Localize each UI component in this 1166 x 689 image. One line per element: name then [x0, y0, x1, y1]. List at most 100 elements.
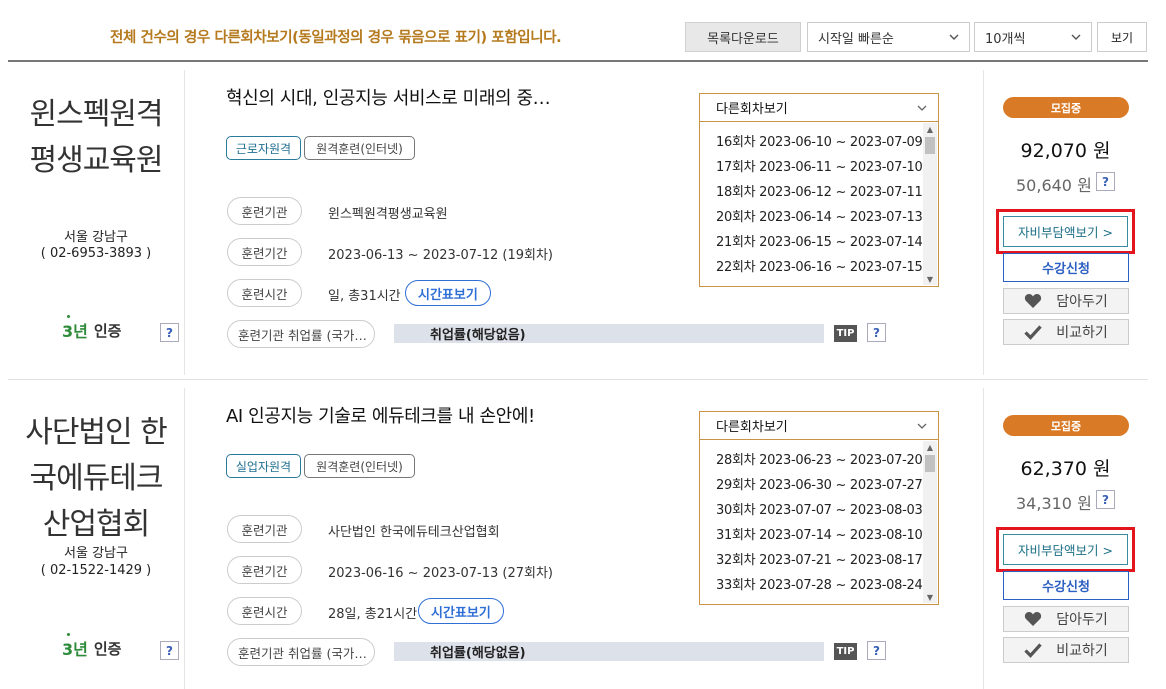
column-divider — [184, 388, 185, 689]
chevron-down-icon — [917, 423, 927, 429]
wishlist-button[interactable]: 담아두기 — [1003, 288, 1129, 314]
other-rounds-header[interactable]: 다른회차보기 — [700, 412, 938, 440]
org-value: 윈스펙원격평생교육원 — [328, 207, 448, 222]
round-item[interactable]: 31회차 2023-07-14 ~ 2023-08-10 — [716, 524, 923, 549]
period-value: 2023-06-13 ~ 2023-07-12 (19회차) — [328, 248, 553, 263]
price-column: 모집중 62,370 원 34,310 원 ? 자비부담액보기 > 수강신청 담… — [983, 388, 1148, 689]
round-item[interactable]: 17회차 2023-06-11 ~ 2023-07-10 — [716, 156, 923, 181]
round-item[interactable]: 32회차 2023-07-21 ~ 2023-08-17 — [716, 549, 923, 574]
sort-select-value: 시작일 빠른순 — [818, 31, 894, 47]
hours-value: 일, 총31시간 — [328, 289, 401, 304]
other-rounds-dropdown[interactable]: 다른회차보기 28회차 2023-06-23 ~ 2023-07-20 29회차… — [699, 411, 939, 605]
scroll-down-icon[interactable]: ▼ — [923, 591, 937, 603]
compare-button[interactable]: 비교하기 — [1003, 319, 1129, 345]
chevron-down-icon — [949, 34, 959, 40]
apply-button[interactable]: 수강신청 — [1003, 571, 1129, 600]
course-title[interactable]: 혁신의 시대, 인공지능 서비스로 미래의 중… — [226, 84, 551, 110]
timetable-button[interactable]: 시간표보기 — [418, 598, 504, 624]
chevron-down-icon — [917, 105, 927, 111]
status-badge: 모집중 — [1003, 415, 1129, 436]
apply-button[interactable]: 수강신청 — [1003, 253, 1129, 282]
org-name: 평생교육원 — [29, 143, 164, 178]
certification: 3년 인증 — [62, 633, 122, 660]
cert-years: 3년 — [62, 633, 88, 660]
compare-button[interactable]: 비교하기 — [1003, 637, 1129, 663]
org-name: 산업협회 — [42, 507, 150, 542]
period-value: 2023-06-16 ~ 2023-07-13 (27회차) — [328, 566, 553, 581]
employment-label: 훈련기관 취업률 (국가… — [227, 638, 375, 666]
training-type-tag: 근로자원격 — [226, 136, 301, 160]
training-mode-tag: 원격훈련(인터넷) — [304, 454, 415, 478]
column-divider — [184, 70, 185, 375]
chevron-down-icon — [1071, 34, 1081, 40]
course-price: 62,370 원 — [1020, 458, 1111, 480]
round-item[interactable]: 33회차 2023-07-28 ~ 2023-08-24 — [716, 574, 923, 599]
cert-help-button[interactable]: ? — [160, 641, 179, 660]
scroll-thumb[interactable] — [925, 137, 935, 154]
round-item[interactable]: 22회차 2023-06-16 ~ 2023-07-15 — [716, 256, 923, 281]
org-name: 국에듀테크 — [29, 461, 164, 496]
card-divider — [8, 379, 1148, 380]
round-item[interactable]: 16회차 2023-06-10 ~ 2023-07-09 — [716, 131, 923, 156]
employment-label: 훈련기관 취업률 (국가… — [227, 320, 375, 348]
tip-badge[interactable]: TIP — [834, 325, 857, 342]
org-phone: ( 02-6953-3893 ) — [40, 246, 152, 261]
heart-icon — [1025, 294, 1042, 308]
hours-label: 훈련시간 — [227, 279, 302, 307]
view-button[interactable]: 보기 — [1097, 22, 1147, 52]
self-pay-price: 34,310 원 — [1016, 494, 1092, 513]
scroll-up-icon[interactable]: ▲ — [923, 441, 937, 453]
scroll-up-icon[interactable]: ▲ — [923, 123, 937, 135]
self-pay-button[interactable]: 자비부담액보기 > — [1003, 534, 1128, 565]
org-name: 사단법인 한 — [25, 415, 168, 450]
org-column: 윈스펙원격 평생교육원 서울 강남구 ( 02-6953-3893 ) 3년 인… — [8, 70, 184, 375]
org-location: 서울 강남구 — [64, 546, 128, 561]
checkmark-icon — [1024, 643, 1042, 658]
org-label: 훈련기관 — [227, 515, 302, 543]
org-label: 훈련기관 — [227, 197, 302, 225]
course-card: 사단법인 한 국에듀테크 산업협회 서울 강남구 ( 02-1522-1429 … — [8, 388, 1148, 689]
tip-badge[interactable]: TIP — [834, 643, 857, 660]
list-notice: 전체 건수의 경우 다른회차보기(동일과정의 경우 묶음으로 표기) 포함입니다… — [110, 30, 562, 46]
org-value: 사단법인 한국에듀테크산업협회 — [328, 525, 500, 540]
rounds-scrollbar[interactable]: ▲ ▼ — [923, 441, 937, 603]
heart-icon — [1025, 612, 1042, 626]
certification: 3년 인증 — [62, 315, 122, 342]
sort-select[interactable]: 시작일 빠른순 — [807, 22, 970, 52]
employment-help-button[interactable]: ? — [867, 323, 886, 342]
employment-help-button[interactable]: ? — [867, 641, 886, 660]
wishlist-button[interactable]: 담아두기 — [1003, 606, 1129, 632]
price-help-button[interactable]: ? — [1096, 172, 1115, 191]
round-item[interactable]: 20회차 2023-06-14 ~ 2023-07-13 — [716, 206, 923, 231]
other-rounds-list: 16회차 2023-06-10 ~ 2023-07-09 17회차 2023-0… — [716, 131, 923, 281]
training-type-tag: 실업자원격 — [226, 454, 301, 478]
round-item[interactable]: 28회차 2023-06-23 ~ 2023-07-20 — [716, 449, 923, 474]
round-item[interactable]: 29회차 2023-06-30 ~ 2023-07-27 — [716, 474, 923, 499]
cert-label: 인증 — [93, 321, 122, 340]
self-pay-button[interactable]: 자비부담액보기 > — [1003, 216, 1128, 247]
round-item[interactable]: 30회차 2023-07-07 ~ 2023-08-03 — [716, 499, 923, 524]
other-rounds-list: 28회차 2023-06-23 ~ 2023-07-20 29회차 2023-0… — [716, 449, 923, 599]
other-rounds-dropdown[interactable]: 다른회차보기 16회차 2023-06-10 ~ 2023-07-09 17회차… — [699, 93, 939, 287]
download-list-button[interactable]: 목록다운로드 — [685, 22, 801, 52]
round-item[interactable]: 21회차 2023-06-15 ~ 2023-07-14 — [716, 231, 923, 256]
timetable-button[interactable]: 시간표보기 — [405, 280, 491, 306]
period-label: 훈련기간 — [227, 556, 302, 584]
cert-years: 3년 — [62, 315, 88, 342]
course-price: 92,070 원 — [1020, 140, 1111, 162]
cert-help-button[interactable]: ? — [160, 323, 179, 342]
training-mode-tag: 원격훈련(인터넷) — [304, 136, 415, 160]
price-column: 모집중 92,070 원 50,640 원 ? 자비부담액보기 > 수강신청 담… — [983, 70, 1148, 375]
page-size-select[interactable]: 10개씩 — [974, 22, 1092, 52]
page-size-select-value: 10개씩 — [985, 31, 1026, 47]
list-toolbar: 전체 건수의 경우 다른회차보기(동일과정의 경우 묶음으로 표기) 포함입니다… — [0, 0, 1166, 60]
round-item[interactable]: 18회차 2023-06-12 ~ 2023-07-11 — [716, 181, 923, 206]
other-rounds-header[interactable]: 다른회차보기 — [700, 94, 938, 122]
scroll-down-icon[interactable]: ▼ — [923, 273, 937, 285]
scroll-thumb[interactable] — [925, 455, 935, 472]
price-help-button[interactable]: ? — [1096, 490, 1115, 509]
cert-label: 인증 — [93, 639, 122, 658]
course-card: 윈스펙원격 평생교육원 서울 강남구 ( 02-6953-3893 ) 3년 인… — [8, 70, 1148, 380]
course-title[interactable]: AI 인공지능 기술로 에듀테크를 내 손안에! — [226, 402, 535, 428]
rounds-scrollbar[interactable]: ▲ ▼ — [923, 123, 937, 285]
